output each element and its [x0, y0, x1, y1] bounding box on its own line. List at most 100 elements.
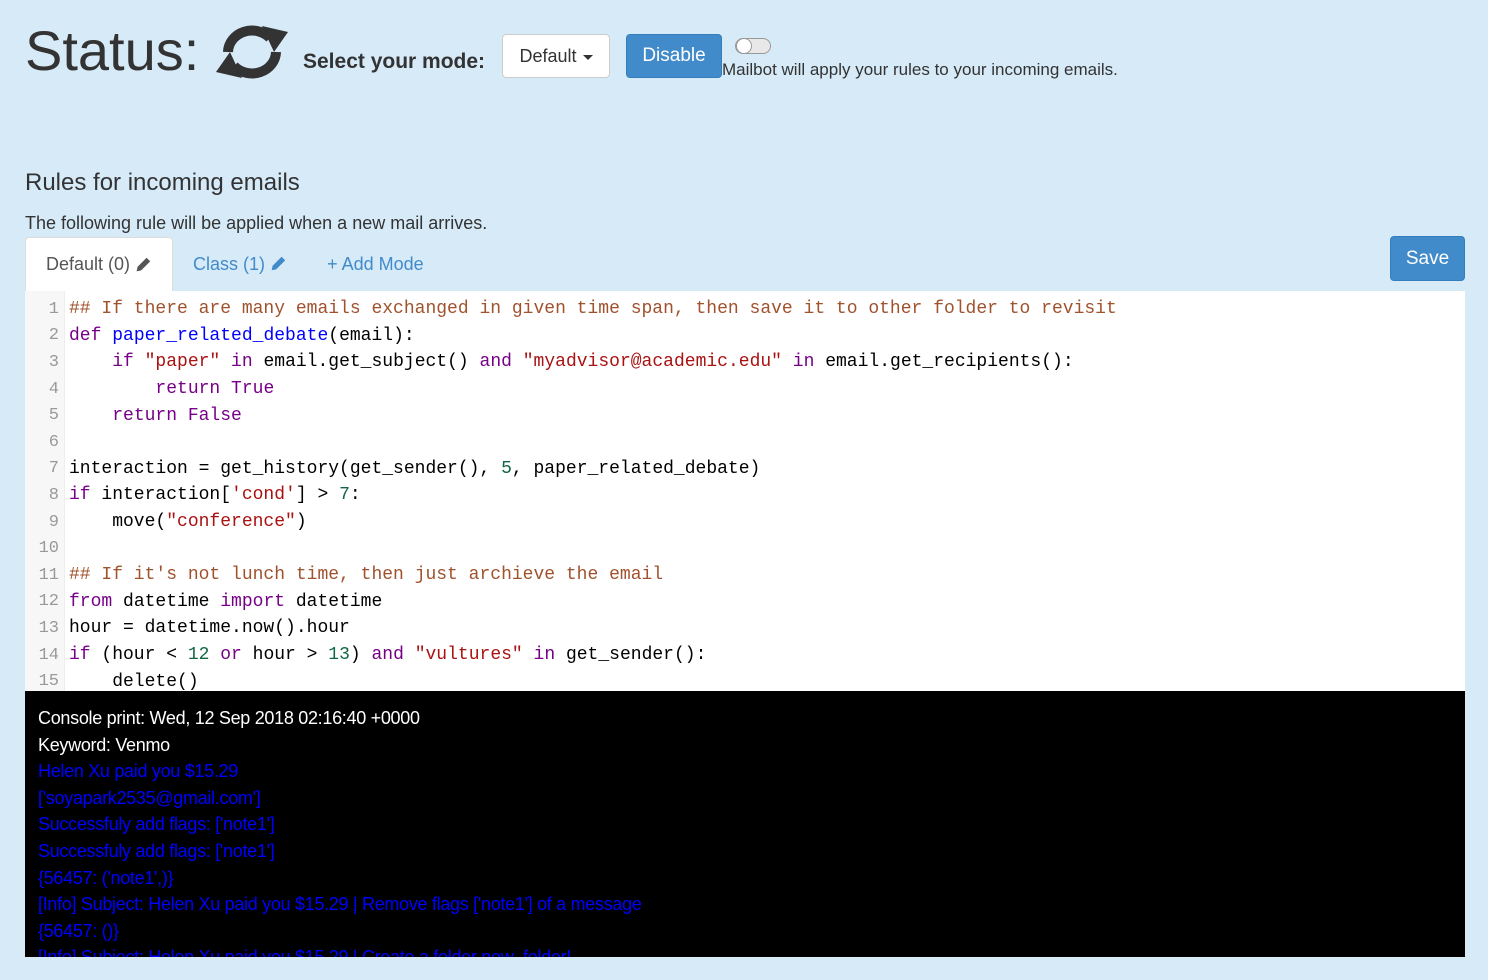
pencil-icon[interactable] [269, 255, 287, 273]
code-line[interactable]: 1 ## If there are many emails exchanged i… [25, 296, 1465, 323]
code-line[interactable]: 8 if interaction['cond'] > 7: [25, 482, 1465, 509]
code-token: 5 [501, 458, 512, 479]
code-text: ## If it's not lunch time, then just arc… [61, 565, 663, 585]
code-token: move( [69, 512, 167, 533]
code-text: interaction = get_history(get_sender(), … [61, 459, 760, 479]
mailbot-page: Status: Select your mode: Default Disabl… [0, 0, 1488, 980]
console-line: {56457: ('note1',)} [38, 867, 174, 888]
code-token: return False [112, 405, 242, 426]
code-token: : [349, 485, 361, 506]
code-token: in [220, 352, 264, 373]
tab-label: Class (1) [193, 253, 266, 274]
code-token: if [69, 485, 102, 506]
code-text: delete() [61, 671, 199, 691]
rules-heading: Rules for incoming emails [25, 169, 300, 196]
disable-button[interactable]: Disable [626, 34, 722, 78]
tab-label: Default (0) [46, 254, 131, 274]
line-number: 8 [48, 485, 59, 505]
line-number: 5 [48, 406, 59, 426]
code-token: datetime [123, 591, 221, 612]
console-line: ['soyapark2535@gmail.com'] [38, 787, 261, 808]
code-line[interactable]: 15 delete() [25, 668, 1465, 691]
code-token: , paper_related_debate) [511, 458, 761, 479]
tab-label: + Add Mode [327, 253, 424, 274]
code-text: return False [61, 406, 242, 426]
console-line: Console print: Wed, 12 Sep 2018 02:16:40… [38, 708, 420, 728]
console-output[interactable]: Console print: Wed, 12 Sep 2018 02:16:40… [25, 691, 1465, 957]
code-editor[interactable]: 1 ## If there are many emails exchanged i… [25, 291, 1465, 691]
code-token: ) [295, 512, 307, 533]
mode-toggle[interactable] [735, 38, 771, 54]
add-mode-tab[interactable]: + Add Mode [307, 237, 444, 291]
code-token: and [479, 352, 523, 373]
code-token: interaction[ [101, 485, 232, 506]
code-text: hour = datetime.now().hour [61, 618, 350, 638]
code-line[interactable]: 13 hour = datetime.now().hour [25, 615, 1465, 642]
tab-class[interactable]: Class (1) [173, 237, 307, 291]
mode-tabs: Default (0) Class (1) + Add Mode [25, 237, 444, 291]
rules-description: The following rule will be applied when … [25, 213, 488, 233]
line-number: 9 [48, 512, 59, 532]
code-line[interactable]: 2 def paper_related_debate(email): [25, 323, 1465, 350]
code-line[interactable]: 10 [25, 535, 1465, 562]
code-token: email.get_recipients(): [825, 352, 1074, 373]
code-token: delete() [69, 671, 199, 691]
sync-icon[interactable] [212, 22, 292, 82]
mode-description: Mailbot will apply your rules to your in… [722, 60, 1118, 79]
code-line[interactable]: 3 if "paper" in email.get_subject() and … [25, 349, 1465, 376]
code-token: "conference" [166, 512, 296, 533]
code-text: def paper_related_debate(email): [61, 326, 415, 346]
save-button[interactable]: Save [1390, 236, 1465, 281]
code-token: (email): [328, 325, 415, 346]
code-token: in [781, 352, 826, 373]
code-line[interactable]: 11 ## If it's not lunch time, then just a… [25, 562, 1465, 589]
mode-dropdown-value: Default [519, 45, 577, 66]
code-token: "paper" [144, 352, 221, 373]
console-line: [Info] Subject: Helen Xu paid you $15.29… [38, 944, 1465, 957]
status-title: Status: [25, 19, 200, 82]
code-line[interactable]: 5 return False [25, 402, 1465, 429]
line-number: 2 [48, 326, 59, 346]
code-token: 13 [328, 645, 350, 666]
code-line[interactable]: 9 move("conference") [25, 509, 1465, 536]
code-text: from datetime import datetime [61, 592, 382, 612]
console-line: Successfuly add flags: ['note1'] [38, 814, 275, 835]
code-token: 7 [339, 485, 350, 506]
code-token: "vultures" [414, 645, 523, 666]
line-number: 3 [48, 352, 59, 372]
caret-down-icon [582, 54, 593, 60]
line-number: 15 [38, 672, 59, 691]
code-token: from [69, 591, 124, 612]
line-number: 1 [48, 299, 59, 319]
toggle-knob [736, 38, 752, 54]
code-text: if interaction['cond'] > 7: [61, 485, 361, 505]
code-token: or [220, 645, 253, 666]
code-token: hour > [252, 645, 329, 666]
line-number: 7 [48, 459, 59, 479]
pencil-icon[interactable] [134, 256, 152, 274]
code-line[interactable]: 6 [25, 429, 1465, 456]
line-number: 12 [38, 592, 59, 612]
code-token: ## If it's not lunch time, then just arc… [69, 565, 664, 586]
code-token: ] > [295, 485, 340, 506]
code-text: if "paper" in email.get_subject() and "m… [61, 352, 1074, 373]
code-text: if (hour < 12 or hour > 13) and "vulture… [61, 645, 706, 665]
code-lines[interactable]: 1 ## If there are many emails exchanged i… [25, 296, 1465, 691]
tab-default[interactable]: Default (0) [25, 237, 174, 291]
code-token: if [112, 352, 145, 373]
code-line[interactable]: 7 interaction = get_history(get_sender(),… [25, 456, 1465, 483]
code-token: paper_related_debate [112, 325, 329, 346]
line-number: 10 [38, 539, 59, 559]
code-token: ## If there are many emails exchanged in… [69, 299, 1117, 320]
code-token: ) [349, 645, 372, 666]
code-token: "myadvisor@academic.edu" [522, 352, 782, 373]
line-number: 6 [48, 432, 59, 452]
code-line[interactable]: 14 if (hour < 12 or hour > 13) and "vultu… [25, 642, 1465, 669]
code-token: get_sender(): [565, 645, 707, 666]
code-line[interactable]: 4 return True [25, 376, 1465, 403]
code-token: return True [155, 379, 275, 400]
line-number: 11 [38, 565, 59, 585]
code-line[interactable]: 12 from datetime import datetime [25, 589, 1465, 616]
mode-dropdown[interactable]: Default [502, 34, 610, 78]
